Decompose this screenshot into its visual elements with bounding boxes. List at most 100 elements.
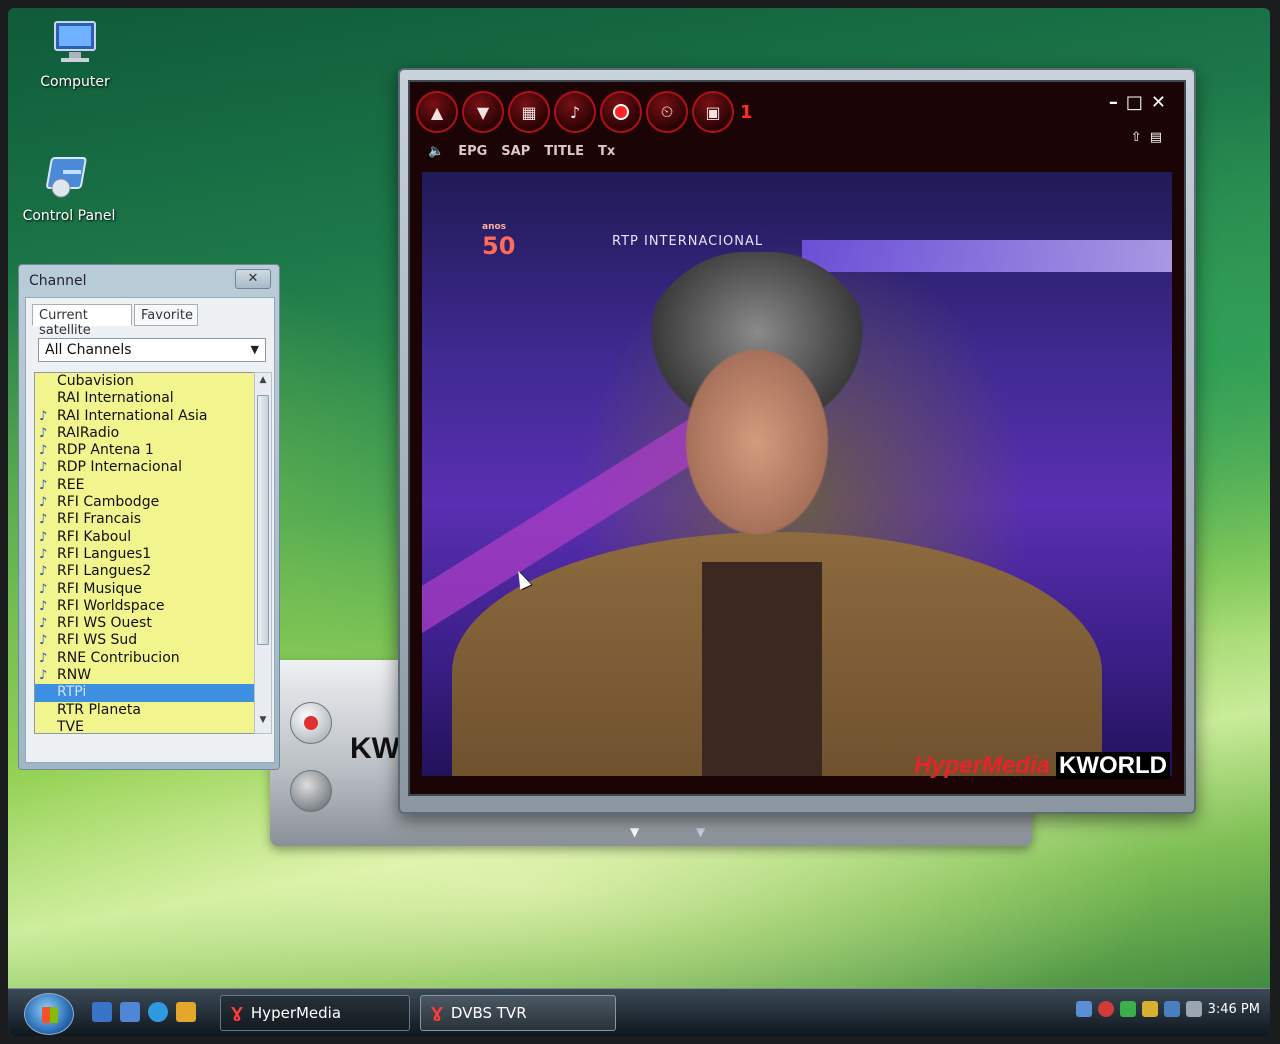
show-desktop-icon[interactable] xyxy=(92,1002,112,1022)
list-item[interactable]: ♪ RFI Francais xyxy=(35,511,259,528)
tray-update-icon[interactable] xyxy=(1119,1001,1136,1017)
scroll-up-icon[interactable]: ▲ xyxy=(255,375,271,391)
channel-name: RNE Contribucion xyxy=(57,649,180,666)
tray-display-icon[interactable] xyxy=(1163,1001,1180,1017)
channel-panel-body: Current satellite Favorite All Channels … xyxy=(25,297,275,763)
channel-name: REE xyxy=(57,476,85,493)
tab-current-satellite[interactable]: Current satellite xyxy=(32,304,132,338)
radio-channel-icon: ♪ xyxy=(39,495,48,511)
channel-filter-select[interactable]: All Channels ▼ xyxy=(38,338,266,362)
settings-panel-button[interactable]: ▤ xyxy=(1150,130,1162,145)
subbar-button-epg[interactable]: EPG xyxy=(458,144,487,159)
start-button[interactable] xyxy=(24,993,74,1035)
subbar-button-sap[interactable]: SAP xyxy=(501,144,530,159)
list-item[interactable]: RAI International xyxy=(35,390,259,407)
video-display[interactable]: anos 50 RTP INTERNACIONAL xyxy=(422,172,1172,776)
tab-favorite[interactable]: Favorite xyxy=(134,304,198,326)
computer-icon xyxy=(47,18,103,68)
channel-panel: Channel ✕ Current satellite Favorite All… xyxy=(18,264,280,770)
list-item[interactable]: RTR Planeta xyxy=(35,702,259,719)
channel-bug: RTP INTERNACIONAL xyxy=(612,234,764,249)
channel-list-scrollbar[interactable]: ▲ ▼ xyxy=(254,372,272,734)
list-item[interactable]: ♪ RFI WS Ouest xyxy=(35,615,259,632)
channel-up-icon: ▲ xyxy=(430,102,444,122)
scroll-down-icon[interactable]: ▼ xyxy=(255,715,271,731)
channel-name: RAI International Asia xyxy=(57,407,208,424)
record-button[interactable] xyxy=(600,91,642,133)
capture-icon: ▣ xyxy=(705,102,721,122)
expand-arrow-icon[interactable]: ▼ xyxy=(696,825,705,839)
radio-channel-icon: ♪ xyxy=(39,546,48,562)
list-item[interactable]: ♪ RDP Internacional xyxy=(35,459,259,476)
player-frame: ▲ ▼ ▦ ♪ ⏲ ▣ 1 🔈 EPG SAP TITLE Tx – □ ✕ ⇧ ▤ anos 50 RT… xyxy=(408,80,1186,796)
eject-button[interactable]: ⇧ xyxy=(1131,130,1142,145)
collapse-arrow-icon[interactable]: ▼ xyxy=(630,825,639,839)
radio-channel-icon: ♪ xyxy=(39,425,48,441)
power-indicator-icon xyxy=(304,716,318,730)
list-item[interactable]: ♪ RNE Contribucion xyxy=(35,650,259,667)
channel-panel-close-button[interactable]: ✕ xyxy=(235,269,271,289)
list-item[interactable]: ♪ RFI Worldspace xyxy=(35,598,259,615)
list-item[interactable]: TVE xyxy=(35,718,259,734)
base-power-button[interactable] xyxy=(290,702,332,744)
channel-name: RNW xyxy=(57,667,92,684)
record-icon xyxy=(613,104,629,120)
channel-number: 1 xyxy=(740,101,753,123)
close-button[interactable]: ✕ xyxy=(1151,92,1166,113)
subbar-button-title[interactable]: TITLE xyxy=(544,144,584,159)
presenter-head xyxy=(632,252,882,552)
channel-grid-icon: ▦ xyxy=(521,102,537,122)
list-item[interactable]: ♪ REE xyxy=(35,477,259,494)
channel-anniversary-logo: anos 50 xyxy=(482,222,515,260)
channel-name: RDP Internacional xyxy=(57,459,182,476)
audio-button[interactable]: ♪ xyxy=(554,91,596,133)
switch-windows-icon[interactable] xyxy=(120,1002,140,1022)
list-item[interactable]: ♪ RFI Musique xyxy=(35,581,259,598)
clock[interactable]: 3:46 PM xyxy=(1208,1002,1260,1017)
radio-channel-icon: ♪ xyxy=(39,512,48,528)
list-item[interactable]: ♪ RFI Langues1 xyxy=(35,546,259,563)
channel-up-button[interactable]: ▲ xyxy=(416,91,458,133)
tray-app-icon[interactable] xyxy=(1141,1001,1158,1017)
scroll-thumb[interactable] xyxy=(257,395,269,645)
list-item[interactable]: ♪ RAIRadio xyxy=(35,425,259,442)
list-item[interactable]: ♪ RDP Antena 1 xyxy=(35,442,259,459)
channel-list[interactable]: Cubavision RAI International ♪ RAI Internat… xyxy=(34,372,260,734)
minimize-button[interactable]: – xyxy=(1109,92,1118,113)
list-item[interactable]: ♪ RNW xyxy=(35,667,259,684)
control-panel-label: Control Panel xyxy=(22,208,116,224)
subbar-button-tx[interactable]: Tx xyxy=(598,144,615,159)
channel-name: TVE xyxy=(57,718,84,734)
computer-desktop-icon[interactable]: Computer xyxy=(20,18,130,90)
list-item[interactable]: ♪ RFI Kaboul xyxy=(35,529,259,546)
chevron-down-icon: ▼ xyxy=(250,343,259,356)
list-item[interactable]: ♪ RFI Cambodge xyxy=(35,494,259,511)
tray-volume-icon[interactable] xyxy=(1185,1001,1202,1017)
computer-label: Computer xyxy=(40,74,110,90)
list-item[interactable]: ♪ RFI WS Sud xyxy=(35,632,259,649)
volume-icon[interactable]: 🔈 xyxy=(428,144,444,159)
desktop: Computer Control Panel KW ▼ ▼ Channel ✕ … xyxy=(8,8,1270,1036)
channel-down-button[interactable]: ▼ xyxy=(462,91,504,133)
tray-security-icon[interactable] xyxy=(1097,1001,1114,1017)
control-panel-desktop-icon[interactable]: Control Panel xyxy=(14,152,124,224)
schedule-icon: ⏲ xyxy=(660,102,674,121)
tray-network-icon[interactable] xyxy=(1075,1001,1092,1017)
channel-grid-button[interactable]: ▦ xyxy=(508,91,550,133)
maximize-button[interactable]: □ xyxy=(1126,92,1143,113)
radio-channel-icon: ♪ xyxy=(39,616,48,632)
radio-channel-icon: ♪ xyxy=(39,581,48,597)
internet-explorer-icon[interactable] xyxy=(148,1002,168,1022)
list-item[interactable]: RTPi xyxy=(35,684,259,702)
taskbar-button-hypermedia[interactable]: Ɣ HyperMedia xyxy=(220,995,410,1031)
radio-channel-icon: ♪ xyxy=(39,529,48,545)
base-secondary-button[interactable] xyxy=(290,770,332,812)
list-item[interactable]: Cubavision xyxy=(35,373,259,390)
list-item[interactable]: ♪ RAI International Asia xyxy=(35,408,259,425)
taskbar-button-dvbs-tvr[interactable]: Ɣ DVBS TVR xyxy=(420,995,616,1031)
schedule-button[interactable]: ⏲ xyxy=(646,91,688,133)
radio-channel-icon: ♪ xyxy=(39,477,48,493)
media-player-icon[interactable] xyxy=(176,1002,196,1022)
capture-button[interactable]: ▣ xyxy=(692,91,734,133)
list-item[interactable]: ♪ RFI Langues2 xyxy=(35,563,259,580)
